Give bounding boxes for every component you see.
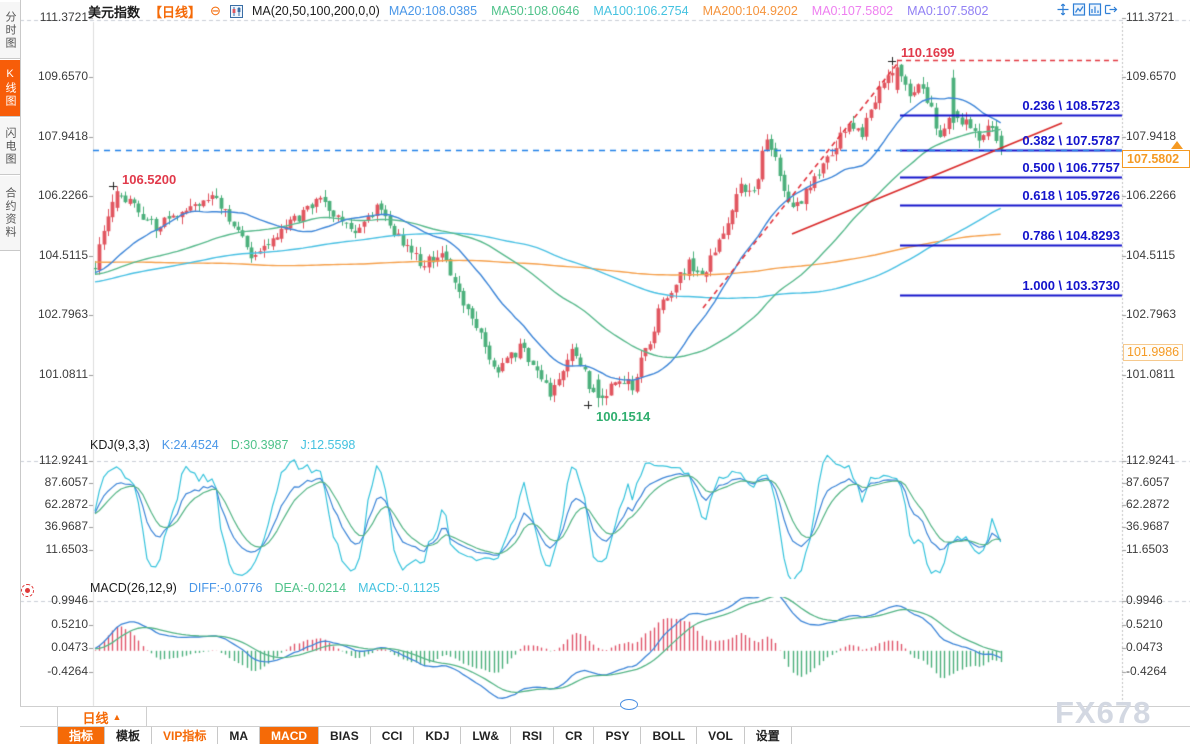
macd-header: MACD(26,12,9) DIFF:-0.0776 DEA:-0.0214 MACD…	[90, 581, 440, 595]
toolbar-tab-模板[interactable]: 模板	[105, 727, 152, 744]
toolbar-tab-MACD[interactable]: MACD	[260, 727, 319, 744]
kdj-value-2: D:30.3987	[231, 438, 289, 452]
high-annotation: 110.1699	[901, 45, 955, 60]
chart-canvas[interactable]	[0, 0, 1190, 744]
toolbar-tab-LW&[interactable]: LW&	[461, 727, 511, 744]
toolbar-tab-CR[interactable]: CR	[554, 727, 594, 744]
bar-chart-icon[interactable]	[1088, 3, 1102, 21]
price-up-arrow-icon	[1171, 141, 1183, 149]
toolbar-tab-CCI[interactable]: CCI	[371, 727, 415, 744]
candlestick-indicator-icon	[230, 5, 243, 18]
symbol-title: 美元指数	[88, 2, 140, 21]
kdj-title: KDJ(9,3,3)	[90, 438, 150, 452]
toolbar-tab-指标[interactable]: 指标	[58, 727, 105, 744]
kdj-value-3: J:12.5598	[300, 438, 355, 452]
toolbar-tab-设置[interactable]: 设置	[745, 727, 792, 744]
pan-icon[interactable]	[1056, 3, 1070, 21]
ma-legend: MA20:108.0385 MA50:108.0646 MA100:106.2754…	[389, 4, 989, 18]
chevron-up-icon: ▲	[113, 712, 122, 722]
period-selector[interactable]: 日线 ▲	[57, 707, 147, 727]
window-icons	[1056, 3, 1118, 21]
period-tag[interactable]: 【日线】	[149, 2, 201, 21]
ma-legend-item-1: MA20:108.0385	[389, 4, 477, 18]
low-annotation: 100.1514	[596, 409, 650, 424]
period-selector-label: 日线	[83, 708, 109, 727]
sidebar-item-3[interactable]: 闪电图	[0, 118, 20, 175]
scroll-handle[interactable]	[620, 699, 638, 710]
ma-legend-item-2: MA50:108.0646	[491, 4, 579, 18]
side-price-label: 101.9986	[1123, 344, 1183, 361]
date-axis: 日线 ▲	[20, 706, 1190, 727]
toolbar-spacer	[20, 727, 58, 744]
toolbar-tab-MA[interactable]: MA	[218, 727, 260, 744]
ma-legend-item-3: MA100:106.2754	[593, 4, 688, 18]
kdj-header: KDJ(9,3,3) K:24.4524 D:30.3987 J:12.5598	[90, 438, 355, 452]
ma-legend-item-4: MA200:104.9202	[703, 4, 798, 18]
toolbar-tab-PSY[interactable]: PSY	[594, 727, 641, 744]
chart-header: 美元指数 【日线】 ⊖ MA(20,50,100,200,0,0) MA20:1…	[88, 0, 988, 22]
toolbar-tab-RSI[interactable]: RSI	[511, 727, 554, 744]
toolbar-tab-BOLL[interactable]: BOLL	[641, 727, 697, 744]
trading-app: 分时图K线图闪电图合约资料 美元指数 【日线】 ⊖ MA(20,50,100,2…	[0, 0, 1190, 744]
toolbar-tab-VOL[interactable]: VOL	[697, 727, 745, 744]
pop-out-icon[interactable]	[1104, 3, 1118, 21]
sidebar-item-4[interactable]: 合约资料	[0, 176, 20, 251]
macd-value-2: DEA:-0.0214	[274, 581, 346, 595]
early-high-annotation: 106.5200	[122, 172, 176, 187]
indicator-toolbar: 指标模板VIP指标MAMACDBIASCCIKDJLW&RSICRPSYBOLL…	[20, 726, 1190, 744]
collapse-icon[interactable]: ⊖	[210, 3, 221, 19]
kdj-value-1: K:24.4524	[162, 438, 219, 452]
sidebar: 分时图K线图闪电图合约资料	[0, 0, 21, 744]
toolbar-tab-VIP指标[interactable]: VIP指标	[152, 727, 218, 744]
line-chart-icon[interactable]	[1072, 3, 1086, 21]
macd-settings-icon[interactable]	[21, 584, 34, 597]
macd-value-3: MACD:-0.1125	[358, 581, 440, 595]
current-price-tag: 107.5802	[1122, 150, 1190, 168]
ma-legend-item-6: MA0:107.5802	[907, 4, 988, 18]
sidebar-item-1[interactable]: 分时图	[0, 2, 20, 59]
sidebar-item-2[interactable]: K线图	[0, 60, 20, 117]
toolbar-tab-BIAS[interactable]: BIAS	[319, 727, 371, 744]
ma-legend-item-5: MA0:107.5802	[812, 4, 893, 18]
toolbar-tab-KDJ[interactable]: KDJ	[414, 727, 461, 744]
macd-value-1: DIFF:-0.0776	[189, 581, 263, 595]
macd-title: MACD(26,12,9)	[90, 581, 177, 595]
ma-settings-label: MA(20,50,100,200,0,0)	[252, 4, 380, 18]
